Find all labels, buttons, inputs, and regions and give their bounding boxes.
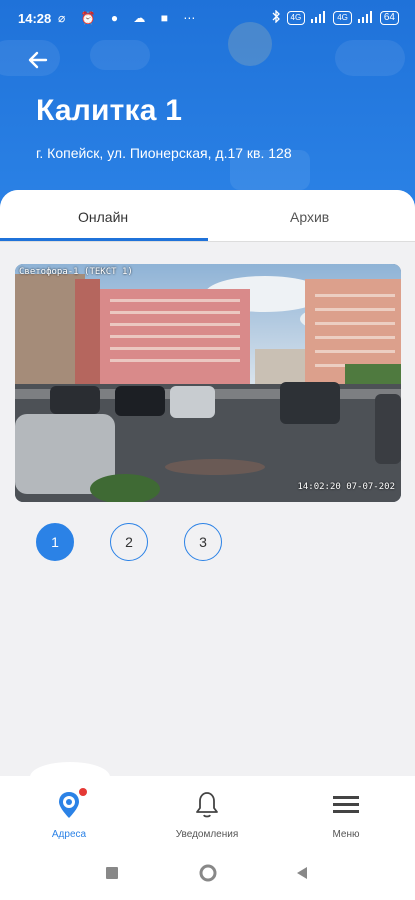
header: 14:28 ⌀ ⏰ ● ☁ ■ ⋯ 4G 4G 64 Калитка 1 г. …	[0, 0, 415, 215]
camera-page-2[interactable]: 2	[110, 523, 148, 561]
camera-page-1[interactable]: 1	[36, 523, 74, 561]
camera-page-3[interactable]: 3	[184, 523, 222, 561]
network-badge: 4G	[333, 11, 352, 25]
status-bar: 14:28 ⌀ ⏰ ● ☁ ■ ⋯ 4G 4G 64	[0, 0, 415, 36]
square-icon	[106, 867, 118, 879]
home-button[interactable]	[198, 863, 218, 888]
bell-icon	[195, 792, 219, 823]
camera-snapshot	[15, 264, 401, 502]
camera-timestamp: 14:02:20 07-07-202	[297, 482, 395, 492]
tab-bar: Онлайн Архив	[0, 190, 415, 242]
status-system-icons: 4G 4G 64	[272, 9, 399, 26]
nav-active-hump	[30, 762, 110, 792]
signal-icon	[311, 10, 327, 26]
tab-online[interactable]: Онлайн	[78, 209, 128, 225]
signal-icon	[357, 10, 374, 26]
nav-notifications[interactable]: Уведомления	[157, 790, 257, 840]
menu-icon	[332, 796, 360, 823]
system-back-button[interactable]	[294, 865, 310, 886]
circle-icon	[199, 864, 217, 882]
camera-video-feed[interactable]: Светофора-1 (ТЕКСТ 1) 14:02:20 07-07-202	[15, 264, 401, 502]
cloud-decoration	[90, 40, 150, 70]
camera-page-selector: 1 2 3	[36, 523, 236, 563]
tab-archive[interactable]: Архив	[290, 209, 329, 225]
cloud-decoration	[335, 40, 405, 76]
camera-overlay-label: Светофора-1 (ТЕКСТ 1)	[19, 267, 133, 277]
nav-addresses[interactable]: Адреса	[19, 788, 119, 840]
bottom-navigation: Адреса Уведомления Меню	[0, 762, 415, 851]
triangle-back-icon	[297, 867, 307, 879]
battery-icon: 64	[379, 11, 399, 25]
address-text: г. Копейск, ул. Пионерская, д.17 кв. 128	[36, 145, 292, 161]
nav-menu-label: Меню	[332, 829, 360, 840]
network-badge: 4G	[286, 11, 306, 25]
nav-notifications-label: Уведомления	[175, 829, 239, 840]
tab-divider	[0, 241, 415, 242]
status-time: 14:28	[18, 11, 52, 26]
nav-addresses-label: Адреса	[51, 829, 87, 840]
page-title: Калитка 1	[36, 94, 183, 127]
bluetooth-icon	[272, 9, 281, 26]
notification-badge	[79, 788, 87, 796]
recent-apps-button[interactable]	[104, 865, 120, 886]
arrow-left-icon	[28, 51, 48, 69]
status-notification-icons: ⌀ ⏰ ● ☁ ■ ⋯	[58, 11, 202, 25]
system-navigation-bar	[0, 851, 415, 900]
back-button[interactable]	[26, 48, 52, 72]
camera-pin-icon	[57, 788, 87, 823]
nav-menu[interactable]: Меню	[296, 790, 396, 840]
